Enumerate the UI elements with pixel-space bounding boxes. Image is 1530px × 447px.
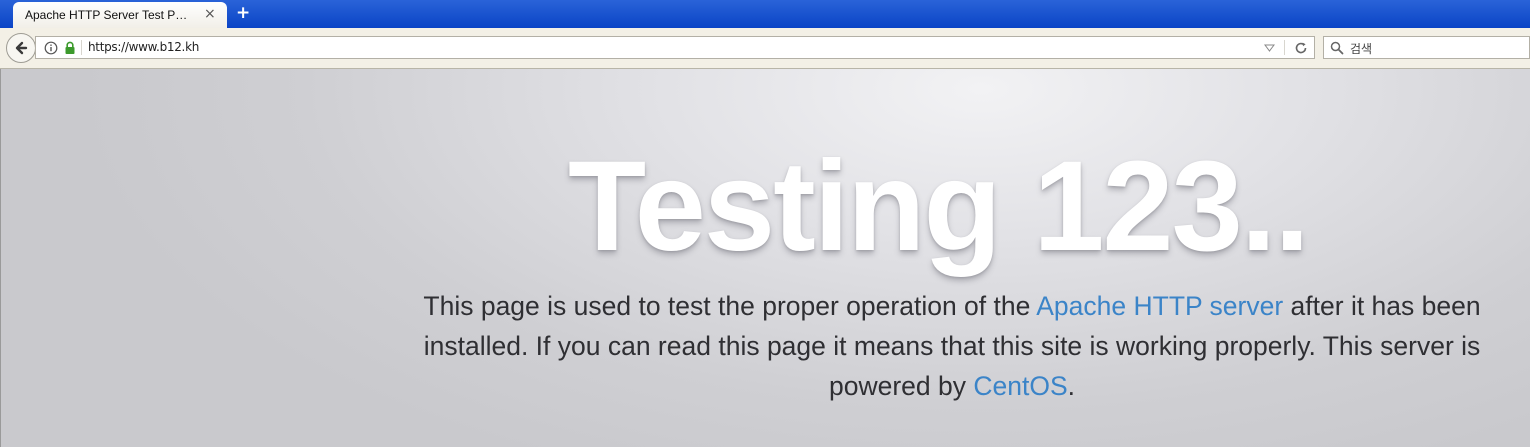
lock-icon[interactable]: [64, 41, 76, 55]
plus-icon[interactable]: +: [236, 4, 250, 22]
close-icon[interactable]: ×: [204, 6, 216, 22]
url-bar[interactable]: https://www.b12.kh: [35, 36, 1315, 59]
url-separator-2: [1284, 40, 1285, 55]
back-arrow-icon: [15, 41, 28, 55]
page-content: Testing 123.. This page is used to test …: [0, 69, 1530, 447]
tab-bar: Apache HTTP Server Test P… × +: [0, 0, 1530, 28]
reload-icon[interactable]: [1294, 41, 1308, 55]
navigation-toolbar: https://www.b12.kh 검색: [0, 28, 1530, 69]
search-input[interactable]: 검색: [1350, 40, 1372, 57]
search-icon: [1330, 41, 1344, 55]
tab-apache-test[interactable]: Apache HTTP Server Test P… ×: [13, 2, 227, 28]
intro-paragraph: This page is used to test the proper ope…: [395, 286, 1509, 406]
intro-text-1: This page is used to test the proper ope…: [423, 291, 1037, 321]
url-separator: [81, 40, 82, 55]
apache-link[interactable]: Apache HTTP server: [1036, 291, 1283, 321]
page-title: Testing 123..: [568, 135, 1310, 278]
info-icon[interactable]: [44, 41, 58, 55]
centos-link[interactable]: CentOS: [973, 371, 1067, 401]
dropdown-icon[interactable]: [1264, 44, 1275, 52]
tab-title: Apache HTTP Server Test P…: [25, 8, 188, 22]
search-bar[interactable]: 검색: [1323, 36, 1530, 59]
url-input[interactable]: https://www.b12.kh: [88, 40, 199, 54]
back-button[interactable]: [6, 33, 36, 63]
intro-text-3: .: [1067, 371, 1075, 401]
